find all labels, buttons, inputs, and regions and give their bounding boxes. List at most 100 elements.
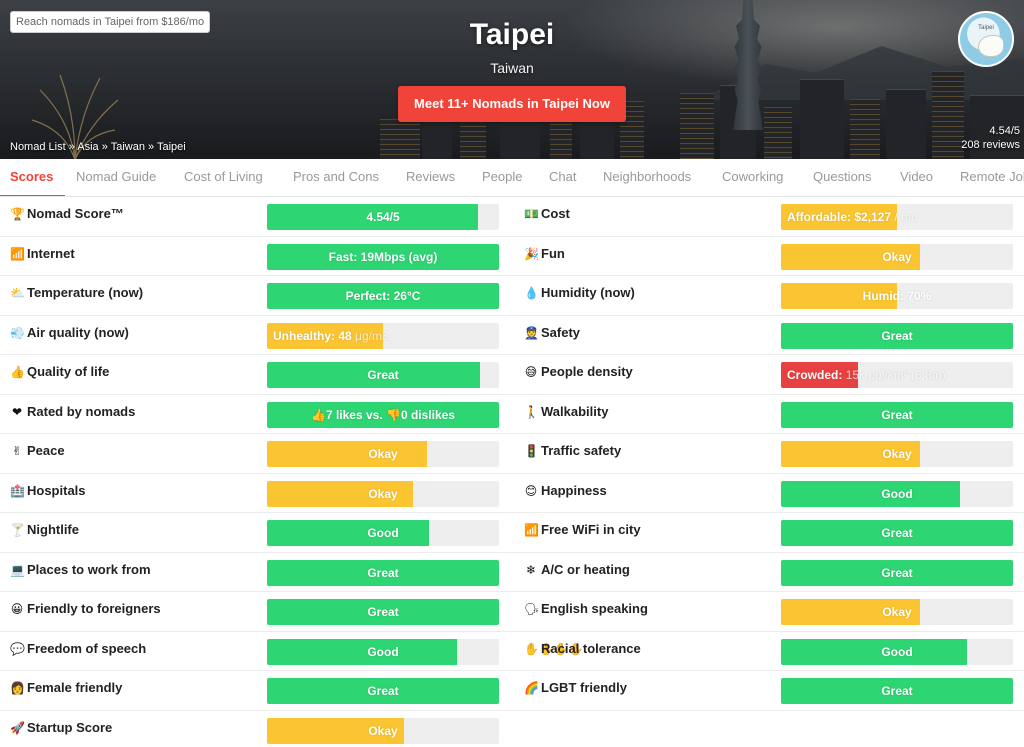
tab-questions[interactable]: Questions	[813, 159, 872, 196]
score-row-quality-of-life[interactable]: 👍 Quality of life Great	[0, 355, 512, 395]
score-bar[interactable]: Good	[267, 638, 499, 665]
score-row-people-density[interactable]: 😅 People density Crowded: 15k ppl/km² (6.8…	[512, 355, 1024, 395]
score-row-nightlife[interactable]: 🍸 Nightlife Good	[0, 513, 512, 553]
score-value: Okay	[781, 441, 1013, 467]
happy-icon: 😊	[524, 483, 538, 498]
score-value-text: Okay	[368, 447, 398, 461]
score-bar[interactable]: Okay	[267, 717, 499, 744]
score-bar[interactable]: Okay	[781, 599, 1013, 625]
score-label: 👮 Safety	[524, 325, 580, 340]
review-count: 208 reviews	[961, 139, 1020, 151]
breadcrumb-item[interactable]: Asia	[77, 141, 98, 153]
score-bar[interactable]: Crowded: 15k ppl/km² (6.8m)	[781, 362, 1013, 388]
score-value: Great	[267, 678, 499, 704]
score-row-safety[interactable]: 👮 Safety Great	[512, 316, 1024, 356]
score-bar[interactable]: Great	[781, 322, 1013, 349]
score-bar[interactable]: Great	[781, 520, 1013, 546]
score-label-text: People density	[541, 364, 633, 379]
tab-cost-of-living[interactable]: Cost of Living	[184, 159, 263, 196]
score-bar[interactable]: Okay	[267, 480, 499, 507]
score-bar[interactable]: Perfect: 26°C	[267, 283, 499, 309]
score-label-text: Cost	[541, 206, 570, 221]
score-label: 💵 Cost	[524, 206, 570, 221]
score-row-places-to-work-from[interactable]: 💻 Places to work from Great	[0, 553, 512, 593]
rating-summary[interactable]: 4.54/5 208 reviews	[961, 124, 1020, 152]
score-bar[interactable]: 4.54/5	[267, 204, 499, 230]
breadcrumb-item[interactable]: Taiwan	[111, 141, 145, 153]
tab-nomad-guide[interactable]: Nomad Guide	[76, 159, 156, 196]
score-label: 🚀 Startup Score	[10, 720, 112, 735]
score-value-text: Okay	[882, 249, 912, 264]
tab-video[interactable]: Video	[900, 159, 933, 196]
score-bar[interactable]: Good	[267, 520, 499, 546]
score-bar[interactable]: Okay	[781, 441, 1013, 467]
score-row-temperature-now[interactable]: ⛅ Temperature (now) Perfect: 26°C	[0, 276, 512, 316]
score-row-humidity-now[interactable]: 💧 Humidity (now) Humid: 70%	[512, 276, 1024, 316]
score-row-cost[interactable]: 💵 Cost Affordable: $2,127 / mo	[512, 197, 1024, 237]
score-label-text: Quality of life	[27, 364, 110, 379]
score-label: 📶 Internet	[10, 246, 75, 261]
score-row-free-wifi-in-city[interactable]: 📶 Free WiFi in city Great	[512, 513, 1024, 553]
laptop-icon: 💻	[10, 562, 25, 577]
score-bar[interactable]: Great	[267, 599, 499, 625]
score-bar[interactable]: Good	[781, 480, 1013, 507]
breadcrumb-item[interactable]: Taipei	[157, 141, 186, 153]
score-bar[interactable]: Great	[781, 678, 1013, 704]
score-bar[interactable]: Okay	[781, 243, 1013, 270]
score-value: Humid: 70%	[781, 283, 1013, 309]
tab-scores[interactable]: Scores	[0, 159, 66, 196]
score-row-nomad-score[interactable]: 🏆 Nomad Score™ 4.54/5	[0, 197, 512, 237]
breadcrumb-item[interactable]: Nomad List	[10, 141, 66, 153]
score-bar[interactable]: Unhealthy: 48 μg/m3	[267, 322, 499, 349]
section-tabs: Scores Nomad Guide Cost of Living Pros and …	[0, 159, 1024, 197]
score-row-hospitals[interactable]: 🏥 Hospitals Okay	[0, 474, 512, 514]
score-bar[interactable]: Great	[267, 678, 499, 704]
score-row-a-c-or-heating[interactable]: ❄ A/C or heating Great	[512, 553, 1024, 593]
score-label: 💬 Freedom of speech	[10, 641, 146, 656]
smile-icon: 😀	[10, 602, 24, 616]
score-bar[interactable]: Good	[781, 638, 1013, 665]
tab-remote-jobs[interactable]: Remote Jobs	[960, 159, 1024, 196]
score-bar[interactable]: 👍7 likes vs. 👎0 dislikes	[267, 401, 499, 428]
score-value-text: Great	[367, 565, 399, 580]
score-value: Good	[781, 639, 1013, 665]
score-row-happiness[interactable]: 😊 Happiness Good	[512, 474, 1024, 514]
score-label-text: English speaking	[541, 601, 648, 616]
score-row-freedom-of-speech[interactable]: 💬 Freedom of speech Good	[0, 632, 512, 672]
score-label-text: Humidity (now)	[541, 285, 635, 300]
score-row-friendly-to-foreigners[interactable]: 😀 Friendly to foreigners Great	[0, 592, 512, 632]
tab-reviews[interactable]: Reviews	[406, 159, 455, 196]
score-label: 👩 Female friendly	[10, 680, 122, 695]
score-row-english-speaking[interactable]: 🗣 English speaking Okay	[512, 592, 1024, 632]
score-row-peace[interactable]: ✌ Peace Okay	[0, 434, 512, 474]
score-bar[interactable]: Fast: 19Mbps (avg)	[267, 243, 499, 270]
score-bar[interactable]: Okay	[267, 441, 499, 467]
score-row-air-quality-now[interactable]: 💨 Air quality (now) Unhealthy: 48 μg/m3	[0, 316, 512, 356]
score-bar[interactable]: Great	[781, 401, 1013, 428]
score-row-traffic-safety[interactable]: 🚦 Traffic safety Okay	[512, 434, 1024, 474]
score-row-fun[interactable]: 🎉 Fun Okay	[512, 237, 1024, 277]
score-bar[interactable]: Affordable: $2,127 / mo	[781, 204, 1013, 230]
tab-coworking[interactable]: Coworking	[722, 159, 783, 196]
score-value-text: 4.54/5	[366, 210, 400, 224]
score-row-rated-by-nomads[interactable]: ❤ Rated by nomads 👍7 likes vs. 👎0 dislikes	[0, 395, 512, 435]
tab-chat[interactable]: Chat	[549, 159, 576, 196]
score-row-internet[interactable]: 📶 Internet Fast: 19Mbps (avg)	[0, 237, 512, 277]
score-value-text: Unhealthy: 48	[273, 328, 352, 343]
score-row-racial-tolerance[interactable]: ✋✋✋✋Racial tolerance Good	[512, 632, 1024, 672]
score-bar[interactable]: Great	[267, 559, 499, 586]
tab-neighborhoods[interactable]: Neighborhoods	[603, 159, 691, 196]
score-bar[interactable]: Great	[781, 559, 1013, 586]
score-value-text: Great	[367, 684, 399, 698]
score-row-female-friendly[interactable]: 👩 Female friendly Great	[0, 671, 512, 711]
meet-nomads-button[interactable]: Meet 11+ Nomads in Taipei Now	[398, 86, 626, 122]
score-bar[interactable]: Great	[267, 362, 499, 388]
city-avatar[interactable]: Taipei	[958, 11, 1014, 67]
tab-pros-and-cons[interactable]: Pros and Cons	[293, 159, 379, 196]
score-row-startup-score[interactable]: 🚀 Startup Score Okay	[0, 711, 512, 747]
score-row-lgbt-friendly[interactable]: 🌈 LGBT friendly Great	[512, 671, 1024, 711]
tab-people[interactable]: People	[482, 159, 522, 196]
score-value: Affordable: $2,127 / mo	[781, 204, 1013, 230]
score-bar[interactable]: Humid: 70%	[781, 283, 1013, 309]
score-row-walkability[interactable]: 🚶 Walkability Great	[512, 395, 1024, 435]
